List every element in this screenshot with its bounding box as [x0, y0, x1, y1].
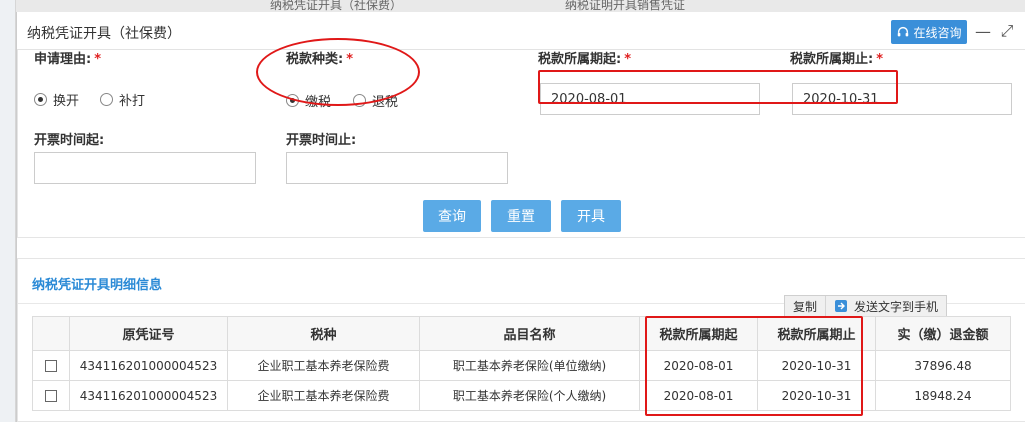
cell-period-end: 2020-10-31	[757, 350, 876, 381]
reason-option-reprint[interactable]: 补打	[100, 90, 145, 109]
period-end-label: 税款所属期止: *	[790, 52, 884, 67]
table-row[interactable]: 434116201000004523 企业职工基本养老保险费 职工基本养老保险(…	[32, 350, 1011, 381]
dialog-title: 纳税凭证开具（社保费）	[27, 26, 181, 42]
cell-tax-type: 企业职工基本养老保险费	[227, 350, 420, 381]
radio-checked-icon	[286, 94, 299, 107]
grid-toolbar: 复制 发送文字到手机	[784, 295, 948, 317]
tax-type-option-refund[interactable]: 退税	[353, 91, 398, 110]
issue-start-label: 开票时间起:	[34, 133, 105, 148]
tax-type-label: 税款种类: *	[286, 52, 354, 67]
query-button[interactable]: 查询	[423, 200, 481, 232]
phone-send-icon	[835, 300, 848, 312]
detail-section-title: 纳税凭证开具明细信息	[32, 278, 163, 293]
cell-tax-type: 企业职工基本养老保险费	[227, 380, 420, 411]
background-page-strip: 纳税凭证开具（社保费） 纳税证明开具销售凭证	[0, 0, 1025, 12]
row-checkbox[interactable]	[32, 380, 70, 411]
online-consult-label: 在线咨询	[913, 25, 962, 40]
checkbox-icon	[45, 360, 57, 372]
cell-amount: 18948.24	[875, 380, 1011, 411]
radio-checked-icon	[34, 93, 47, 106]
period-end-input[interactable]: 2020-10-31	[792, 83, 1012, 115]
header-tax-type: 税种	[227, 316, 420, 351]
cell-amount: 37896.48	[875, 350, 1011, 381]
cell-orig-cert-no: 434116201000004523	[69, 350, 228, 381]
dialog-titlebar: 纳税凭证开具（社保费） 在线咨询 — ⤢	[17, 12, 1025, 50]
cell-item-name: 职工基本养老保险(单位缴纳)	[419, 350, 640, 381]
row-checkbox[interactable]	[32, 350, 70, 381]
header-period-end: 税款所属期止	[757, 316, 876, 351]
period-start-label: 税款所属期起: *	[538, 52, 632, 67]
header-item-name: 品目名称	[419, 316, 640, 351]
header-orig-cert-no: 原凭证号	[69, 316, 228, 351]
radio-unchecked-icon	[100, 93, 113, 106]
issue-end-input[interactable]	[286, 152, 508, 184]
cell-period-start: 2020-08-01	[639, 380, 758, 411]
issue-end-label: 开票时间止:	[286, 133, 357, 148]
minimize-icon[interactable]: —	[973, 21, 993, 41]
table-header-row: 原凭证号 税种 品目名称 税款所属期起 税款所属期止 实（缴）退金额	[32, 316, 1011, 351]
issue-start-input[interactable]	[34, 152, 256, 184]
headset-icon	[898, 26, 909, 37]
reset-button[interactable]: 重置	[491, 200, 551, 232]
tax-type-option-pay[interactable]: 缴税	[286, 91, 331, 110]
period-start-input[interactable]: 2020-08-01	[540, 83, 760, 115]
cell-orig-cert-no: 434116201000004523	[69, 380, 228, 411]
send-to-phone-button[interactable]: 发送文字到手机	[825, 296, 946, 316]
copy-button[interactable]: 复制	[785, 296, 825, 316]
cell-item-name: 职工基本养老保险(个人缴纳)	[419, 380, 640, 411]
detail-table: 原凭证号 税种 品目名称 税款所属期起 税款所属期止 实（缴）退金额 43411…	[32, 316, 1011, 411]
cell-period-end: 2020-10-31	[757, 380, 876, 411]
online-consult-button[interactable]: 在线咨询	[891, 20, 967, 44]
header-select	[32, 316, 70, 351]
radio-unchecked-icon	[353, 94, 366, 107]
background-sidebar	[0, 0, 16, 422]
issue-button[interactable]: 开具	[561, 200, 621, 232]
reason-label: 申请理由: *	[34, 52, 102, 67]
cell-period-start: 2020-08-01	[639, 350, 758, 381]
reason-option-reissue[interactable]: 换开	[34, 90, 79, 109]
header-amount: 实（缴）退金额	[875, 316, 1011, 351]
header-period-start: 税款所属期起	[639, 316, 758, 351]
maximize-icon[interactable]: ⤢	[997, 21, 1017, 41]
checkbox-icon	[45, 390, 57, 402]
table-row[interactable]: 434116201000004523 企业职工基本养老保险费 职工基本养老保险(…	[32, 380, 1011, 411]
